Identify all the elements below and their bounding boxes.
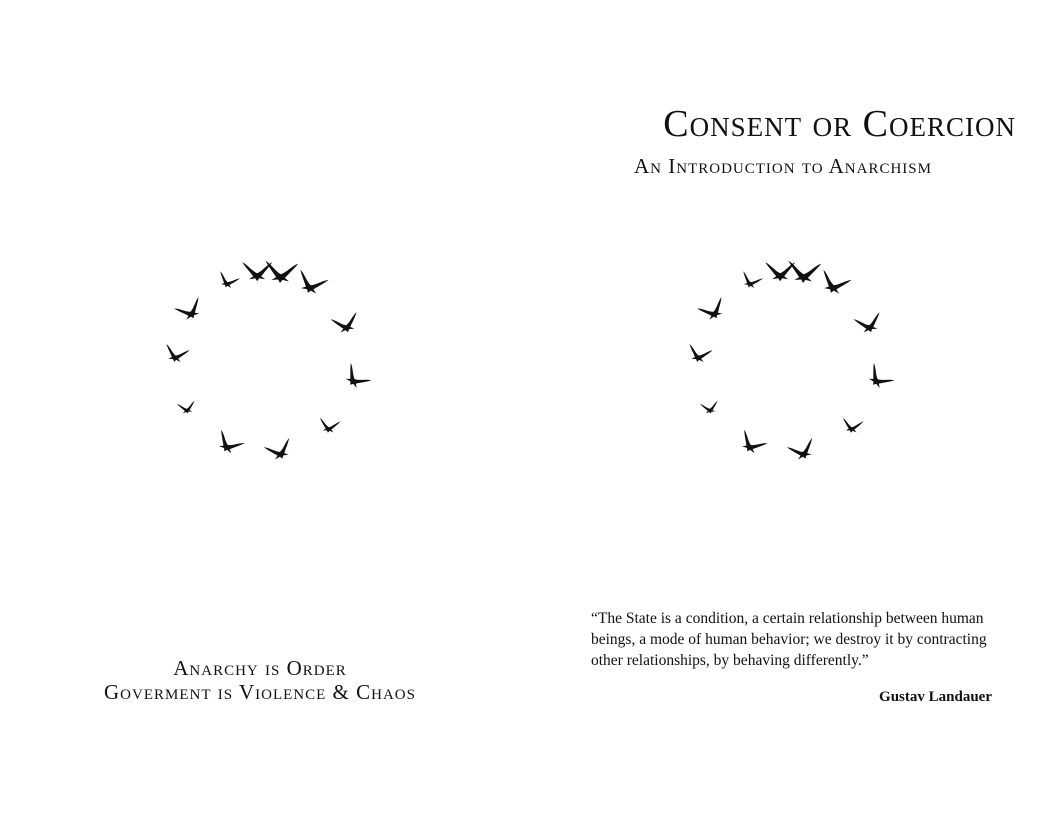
bird-ring-illustration	[162, 260, 372, 464]
bird-icon	[317, 417, 341, 435]
bird-icon	[853, 312, 885, 336]
bird-icon	[215, 271, 240, 291]
bird-icon	[242, 262, 273, 282]
left-page: Anarchy is Order Goverment is Violence &…	[0, 0, 528, 816]
tagline-line-1: Anarchy is Order	[173, 656, 347, 680]
bird-icon	[162, 344, 190, 365]
bird-icon	[330, 312, 362, 336]
tagline-line-2: Goverment is Violence & Chaos	[104, 680, 416, 704]
quote-author: Gustav Landauer	[879, 689, 992, 705]
bird-icon	[816, 269, 852, 298]
bird-icon	[212, 429, 245, 459]
bird-icon	[840, 417, 864, 435]
right-page: Consent or Coercion An Introduction to A…	[528, 0, 1056, 816]
bird-ring-illustration	[685, 260, 895, 464]
quote-text: “The State is a condition, a certain rel…	[591, 610, 987, 669]
page-subtitle: An Introduction to Anarchism	[634, 154, 932, 178]
bird-icon	[862, 362, 895, 394]
bird-icon	[738, 271, 763, 291]
bird-icon	[697, 297, 729, 324]
bird-icon	[765, 262, 796, 282]
bird-icon	[735, 429, 768, 459]
bird-icon	[263, 260, 299, 285]
tagline: Anarchy is Order Goverment is Violence &…	[40, 656, 480, 704]
bird-icon	[685, 344, 713, 365]
bird-icon	[786, 437, 819, 464]
bird-icon	[176, 400, 197, 416]
bird-icon	[174, 297, 206, 324]
bird-icon	[263, 437, 296, 464]
bird-icon	[293, 269, 329, 298]
bird-icon	[699, 400, 720, 416]
bird-icon	[339, 362, 372, 394]
page-title: Consent or Coercion	[663, 103, 1016, 145]
bird-icon	[786, 260, 822, 285]
